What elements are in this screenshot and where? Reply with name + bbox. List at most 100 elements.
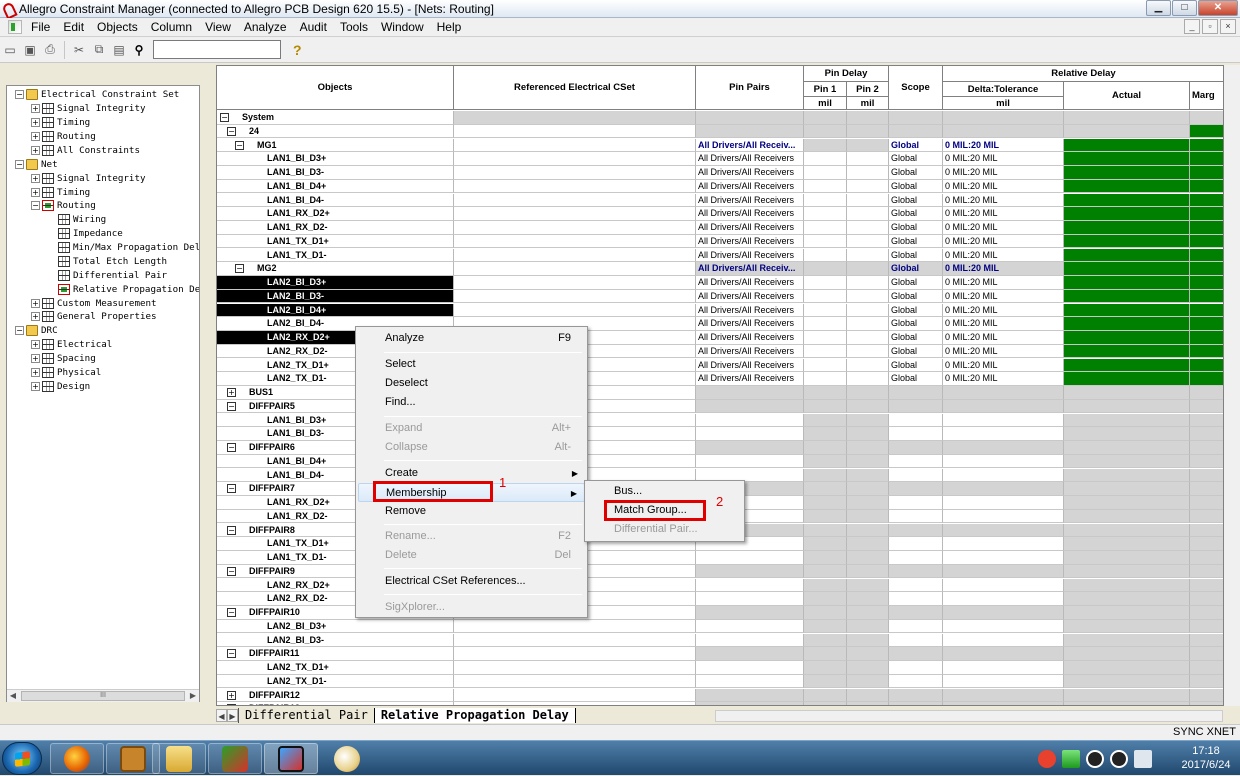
scope-cell[interactable]: Global <box>889 179 943 194</box>
pin2-delay-cell[interactable] <box>847 496 889 510</box>
pin-pairs-cell[interactable]: All Drivers/All Receivers <box>696 331 804 345</box>
scope-cell[interactable]: Global <box>889 234 943 249</box>
ref-cset-cell[interactable] <box>454 702 696 705</box>
table-row[interactable]: LAN1_BI_D4- All Drivers/All Receivers Glob… <box>217 193 1223 208</box>
delta-tolerance-cell[interactable] <box>943 578 1064 593</box>
pin2-delay-cell[interactable] <box>847 647 889 661</box>
table-row[interactable]: − MG1 All Drivers/All Receiv... Global 0 MIL… <box>217 138 1223 153</box>
pin1-delay-cell[interactable] <box>804 592 847 606</box>
cut-icon[interactable]: ✂ <box>71 42 87 58</box>
delta-tolerance-cell[interactable]: 0 MIL:20 MIL <box>943 262 1064 276</box>
table-row[interactable]: LAN1_TX_D1+ All Drivers/All Receivers Glob… <box>217 234 1223 249</box>
pin-pairs-cell[interactable] <box>696 441 804 455</box>
doc-restore-button[interactable]: ▫ <box>1202 19 1218 34</box>
delta-tolerance-cell[interactable] <box>943 399 1064 414</box>
expand-icon[interactable]: + <box>31 354 40 363</box>
pin2-delay-cell[interactable] <box>847 124 889 139</box>
pin-pairs-cell[interactable] <box>696 647 804 661</box>
object-cell[interactable]: LAN2_BI_D3- <box>217 289 454 304</box>
menu-item-select[interactable]: Select <box>358 355 585 374</box>
scope-cell[interactable] <box>889 523 943 538</box>
collapse-icon[interactable]: − <box>15 90 24 99</box>
scroll-left-icon[interactable]: ◀ <box>7 690 19 702</box>
ref-cset-cell[interactable] <box>454 138 696 153</box>
pin2-delay-cell[interactable] <box>847 702 889 705</box>
tab-relative-propagation-delay[interactable]: Relative Propagation Delay <box>373 707 576 723</box>
scope-cell[interactable]: Global <box>889 358 943 373</box>
tree-node[interactable]: + Spacing <box>31 352 96 365</box>
tree-node[interactable]: − DRC <box>15 324 58 337</box>
tree-node[interactable]: + Signal Integrity <box>31 172 146 185</box>
pin2-delay-cell[interactable] <box>847 468 889 483</box>
pin2-delay-cell[interactable] <box>847 578 889 593</box>
clock[interactable]: 17:18 2017/6/24 <box>1178 744 1234 772</box>
scope-cell[interactable] <box>889 509 943 524</box>
pin1-delay-cell[interactable] <box>804 454 847 469</box>
tree-node[interactable]: + Electrical <box>31 338 112 351</box>
pin2-delay-cell[interactable] <box>847 606 889 620</box>
delta-tolerance-cell[interactable]: 0 MIL:20 MIL <box>943 248 1064 263</box>
pin2-delay-cell[interactable] <box>847 262 889 276</box>
pin1-delay-cell[interactable] <box>804 138 847 153</box>
ref-cset-cell[interactable] <box>454 647 696 661</box>
taskbar-explorer[interactable] <box>152 743 206 774</box>
pin-pairs-cell[interactable]: All Drivers/All Receivers <box>696 372 804 386</box>
delta-tolerance-cell[interactable] <box>943 441 1064 455</box>
pin1-delay-cell[interactable] <box>804 111 847 125</box>
pin2-delay-cell[interactable] <box>847 413 889 428</box>
object-cell[interactable]: LAN1_TX_D1+ <box>217 234 454 249</box>
scope-cell[interactable]: Global <box>889 152 943 166</box>
table-row[interactable]: − DIFFPAIR11 <box>217 647 1223 661</box>
scope-cell[interactable]: Global <box>889 344 943 359</box>
tree-node[interactable]: + Routing <box>31 130 96 143</box>
scope-cell[interactable] <box>889 386 943 400</box>
expand-icon[interactable]: + <box>31 174 40 183</box>
menu-item-remove[interactable]: Remove <box>358 502 585 521</box>
object-cell[interactable]: LAN1_RX_D2+ <box>217 207 454 221</box>
pin1-delay-cell[interactable] <box>804 702 847 705</box>
object-cell[interactable]: LAN2_BI_D3+ <box>217 276 454 290</box>
pin-pairs-cell[interactable] <box>696 454 804 469</box>
taskbar-constraint-manager[interactable] <box>264 743 318 774</box>
expand-icon[interactable]: + <box>31 312 40 321</box>
delta-tolerance-cell[interactable] <box>943 702 1064 705</box>
scope-cell[interactable]: Global <box>889 317 943 331</box>
delta-tolerance-cell[interactable] <box>943 674 1064 689</box>
pin-pairs-cell[interactable] <box>696 386 804 400</box>
pin2-delay-cell[interactable] <box>847 344 889 359</box>
scope-cell[interactable] <box>889 647 943 661</box>
tree-node[interactable]: + Custom Measurement <box>31 297 157 310</box>
table-row[interactable]: + DIFFPAIR13 <box>217 702 1223 705</box>
table-row[interactable]: LAN2_BI_D3+ <box>217 619 1223 634</box>
ref-cset-cell[interactable] <box>454 619 696 634</box>
taskbar-allegro-pcb[interactable] <box>208 743 262 774</box>
pin2-delay-cell[interactable] <box>847 276 889 290</box>
object-cell[interactable]: − MG2 <box>217 262 454 276</box>
table-row[interactable]: LAN1_BI_D3- All Drivers/All Receivers Glob… <box>217 166 1223 180</box>
taskbar-paint[interactable] <box>320 743 374 774</box>
pin1-delay-cell[interactable] <box>804 234 847 249</box>
pin1-delay-cell[interactable] <box>804 179 847 194</box>
tree-node[interactable]: + Timing <box>31 116 90 129</box>
object-cell[interactable]: − DIFFPAIR11 <box>217 647 454 661</box>
find-binoculars-icon[interactable]: ⚲ <box>131 42 147 58</box>
expand-icon[interactable]: + <box>227 690 236 700</box>
scope-cell[interactable]: Global <box>889 248 943 263</box>
pin1-delay-cell[interactable] <box>804 331 847 345</box>
tree-node[interactable]: Min/Max Propagation Del <box>47 241 199 254</box>
object-cell[interactable]: LAN1_BI_D3- <box>217 166 454 180</box>
object-cell[interactable]: − MG1 <box>217 138 454 153</box>
scope-cell[interactable] <box>889 454 943 469</box>
scope-cell[interactable] <box>889 124 943 139</box>
pin-pairs-cell[interactable]: All Drivers/All Receivers <box>696 248 804 263</box>
delta-tolerance-cell[interactable] <box>943 509 1064 524</box>
header-ref-cset[interactable]: Referenced Electrical CSet <box>454 66 696 110</box>
tree-node[interactable]: + Timing <box>31 186 90 199</box>
pin1-delay-cell[interactable] <box>804 427 847 441</box>
tree-node[interactable]: + Signal Integrity <box>31 102 146 115</box>
copy-icon[interactable]: ⧉ <box>91 42 107 58</box>
object-cell[interactable]: + DIFFPAIR13 <box>217 702 454 705</box>
menu-objects[interactable]: Objects <box>91 20 145 34</box>
collapse-icon[interactable]: − <box>227 443 236 452</box>
table-row[interactable]: LAN1_RX_D2+ All Drivers/All Receivers Glob… <box>217 207 1223 221</box>
